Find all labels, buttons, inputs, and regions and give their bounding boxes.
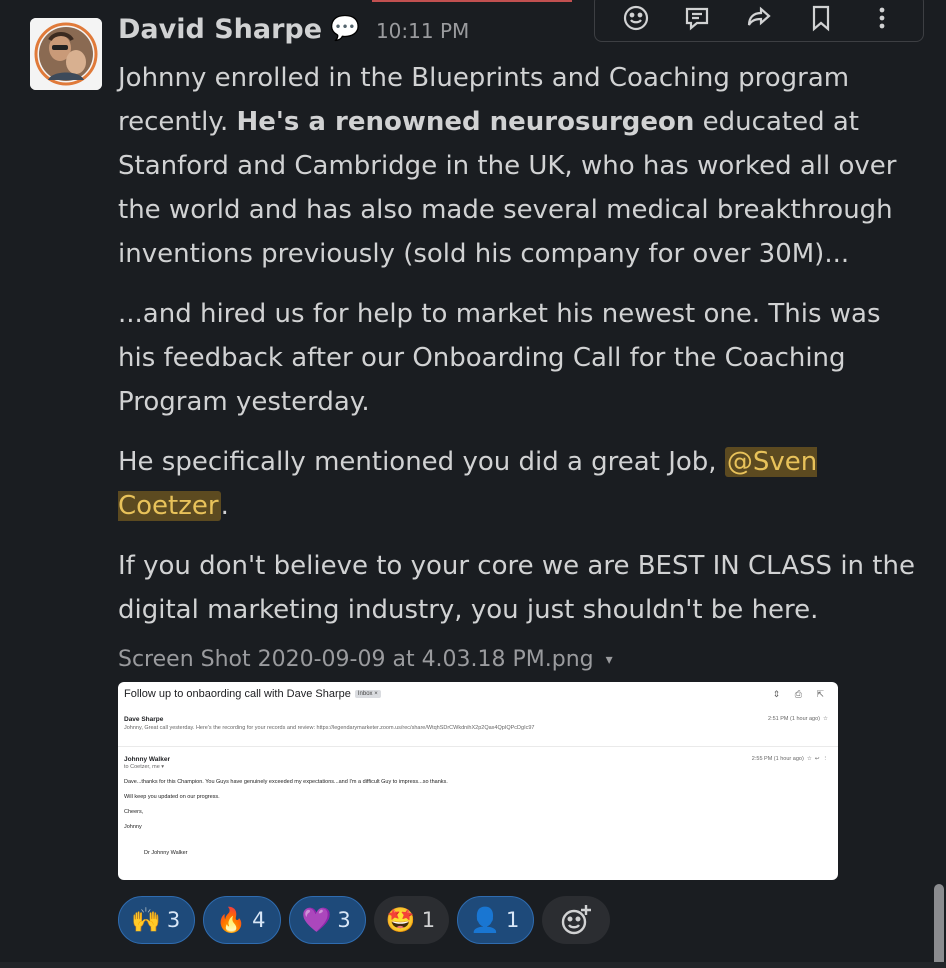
email-toolbar-icons: ⇕ ⎙ ⇱ xyxy=(772,689,830,699)
author-avatar[interactable] xyxy=(30,18,102,90)
reactions-bar: 🙌 3 🔥 4 💜 3 🤩 1 👤 1 xyxy=(118,896,611,944)
email-message-1: Dave Sharpe Johnny, Great call yesterday… xyxy=(124,716,832,731)
email-time: 2:55 PM (1 hour ago) ☆ ↩ ⋮ xyxy=(751,756,828,762)
email-line: Johnny xyxy=(124,824,142,830)
paragraph-3-punct: . xyxy=(220,491,229,521)
attachment-image-preview[interactable]: Follow up to onbaording call with Dave S… xyxy=(118,682,838,880)
more-actions-button[interactable] xyxy=(862,0,902,36)
more-actions-icon xyxy=(879,7,885,29)
reply-thread-icon xyxy=(686,7,709,31)
purple-heart-icon: 💜 xyxy=(301,906,332,934)
inbox-label: Inbox × xyxy=(354,690,381,698)
reaction-count: 1 xyxy=(505,908,520,932)
bottom-edge xyxy=(0,962,946,968)
status-speech-bubble-icon: 💬 xyxy=(330,14,360,42)
reaction-count: 4 xyxy=(252,908,266,932)
new-messages-line xyxy=(372,0,572,2)
paragraph-4: If you don't believe to your core we are… xyxy=(118,551,915,625)
email-line: Dave...thanks for this Champion. You Guy… xyxy=(124,779,448,785)
email-subject-text: Follow up to onbaording call with Dave S… xyxy=(124,688,351,700)
attachment-filename[interactable]: Screen Shot 2020-09-09 at 4.03.18 PM.png xyxy=(118,638,594,682)
message-header: David Sharpe 💬 10:11 PM xyxy=(118,14,469,54)
reaction-fire[interactable]: 🔥 4 xyxy=(203,896,281,944)
scrollbar-thumb[interactable] xyxy=(934,884,944,968)
reaction-purple-heart[interactable]: 💜 3 xyxy=(288,896,366,944)
email-separator xyxy=(118,746,838,747)
raising-hands-icon: 🙌 xyxy=(131,906,161,934)
reaction-raising-hands[interactable]: 🙌 3 xyxy=(118,896,196,944)
email-time: 2:51 PM (1 hour ago) ☆ xyxy=(768,716,828,722)
email-sender: Johnny Walker xyxy=(124,756,170,763)
email-time-text: 2:55 PM (1 hour ago) xyxy=(751,756,804,762)
reaction-count: 3 xyxy=(337,908,351,932)
email-line: Cheers, xyxy=(124,809,144,815)
reaction-custom[interactable]: 👤 1 xyxy=(457,896,535,944)
paragraph-2: ...and hired us for help to market his n… xyxy=(118,299,881,417)
message-timestamp[interactable]: 10:11 PM xyxy=(376,19,469,43)
email-message-2: Johnny Walker to Coetzer, me ▾ 2:55 PM (… xyxy=(124,756,832,856)
paragraph-1: Johnny enrolled in the Blueprints and Co… xyxy=(118,56,918,276)
fire-icon: 🔥 xyxy=(216,906,247,934)
chevron-down-icon[interactable]: ▾ xyxy=(606,638,613,682)
attachment-header[interactable]: Screen Shot 2020-09-09 at 4.03.18 PM.png… xyxy=(118,642,918,678)
reply-thread-button[interactable] xyxy=(677,0,717,36)
emoji-reaction-icon xyxy=(623,5,648,31)
email-sender: Dave Sharpe xyxy=(124,716,164,723)
paragraph-3: He specifically mentioned you did a grea… xyxy=(118,440,918,528)
bold-text: He's a renowned neurosurgeon xyxy=(236,107,695,137)
star-struck-icon: 🤩 xyxy=(385,906,416,934)
bookmark-button[interactable] xyxy=(801,0,841,36)
reaction-count: 3 xyxy=(166,908,181,932)
bookmark-icon xyxy=(812,5,829,32)
share-message-button[interactable] xyxy=(739,0,779,36)
paragraph-3-text: He specifically mentioned you did a grea… xyxy=(118,447,725,477)
email-recipients: to Coetzer, me ▾ xyxy=(124,764,165,770)
message-body: Johnny enrolled in the Blueprints and Co… xyxy=(118,56,918,678)
add-reaction-button[interactable] xyxy=(542,896,611,944)
reaction-star-struck[interactable]: 🤩 1 xyxy=(373,896,450,944)
custom-emoji-icon: 👤 xyxy=(470,906,500,934)
email-line: Will keep you updated on our progress. xyxy=(124,794,220,800)
message-actions-toolbar xyxy=(594,0,924,42)
author-name[interactable]: David Sharpe xyxy=(118,14,322,45)
share-icon xyxy=(747,6,771,26)
emoji-reaction-button[interactable] xyxy=(616,0,656,36)
add-reaction-icon xyxy=(562,905,592,935)
email-time-text: 2:51 PM (1 hour ago) xyxy=(768,716,820,722)
email-subject: Follow up to onbaording call with Dave S… xyxy=(124,688,381,700)
reaction-count: 1 xyxy=(421,908,436,932)
email-snippet: Johnny, Great call yesterday. Here's the… xyxy=(124,725,535,731)
email-signature: Dr Johnny Walker xyxy=(144,850,188,856)
